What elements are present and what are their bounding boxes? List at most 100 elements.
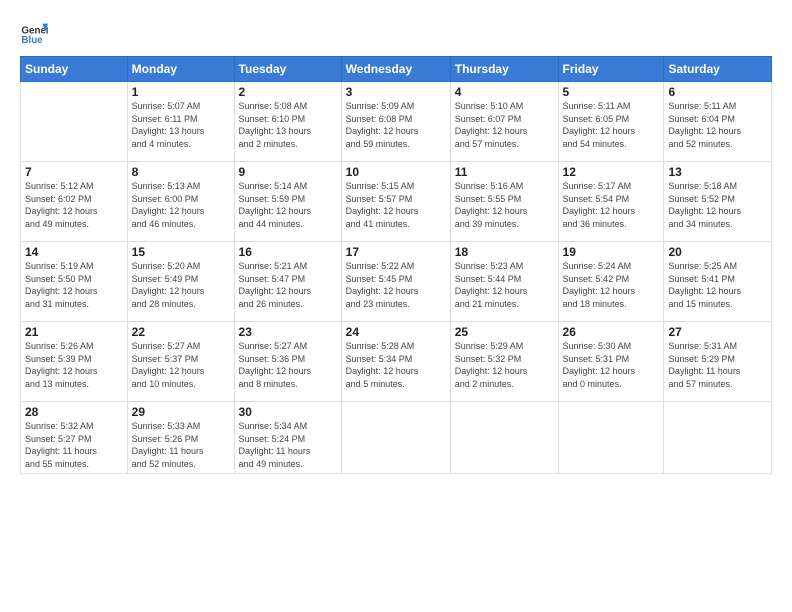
day-number: 14 [25, 245, 123, 259]
day-info: Sunrise: 5:21 AMSunset: 5:47 PMDaylight:… [239, 260, 337, 310]
calendar-cell: 28Sunrise: 5:32 AMSunset: 5:27 PMDayligh… [21, 402, 128, 474]
calendar-cell: 14Sunrise: 5:19 AMSunset: 5:50 PMDayligh… [21, 242, 128, 322]
calendar-cell: 10Sunrise: 5:15 AMSunset: 5:57 PMDayligh… [341, 162, 450, 242]
day-info: Sunrise: 5:17 AMSunset: 5:54 PMDaylight:… [563, 180, 660, 230]
calendar-cell: 20Sunrise: 5:25 AMSunset: 5:41 PMDayligh… [664, 242, 772, 322]
calendar-cell [341, 402, 450, 474]
day-info: Sunrise: 5:31 AMSunset: 5:29 PMDaylight:… [668, 340, 767, 390]
day-info: Sunrise: 5:11 AMSunset: 6:04 PMDaylight:… [668, 100, 767, 150]
day-info: Sunrise: 5:11 AMSunset: 6:05 PMDaylight:… [563, 100, 660, 150]
day-number: 2 [239, 85, 337, 99]
calendar-cell: 2Sunrise: 5:08 AMSunset: 6:10 PMDaylight… [234, 82, 341, 162]
weekday-header-saturday: Saturday [664, 57, 772, 82]
day-info: Sunrise: 5:07 AMSunset: 6:11 PMDaylight:… [132, 100, 230, 150]
day-number: 9 [239, 165, 337, 179]
weekday-header-sunday: Sunday [21, 57, 128, 82]
day-number: 21 [25, 325, 123, 339]
day-number: 16 [239, 245, 337, 259]
calendar-cell: 1Sunrise: 5:07 AMSunset: 6:11 PMDaylight… [127, 82, 234, 162]
calendar-cell: 11Sunrise: 5:16 AMSunset: 5:55 PMDayligh… [450, 162, 558, 242]
calendar-cell: 25Sunrise: 5:29 AMSunset: 5:32 PMDayligh… [450, 322, 558, 402]
calendar-cell: 6Sunrise: 5:11 AMSunset: 6:04 PMDaylight… [664, 82, 772, 162]
calendar-cell: 15Sunrise: 5:20 AMSunset: 5:49 PMDayligh… [127, 242, 234, 322]
logo: General Blue [20, 18, 52, 46]
calendar-cell: 4Sunrise: 5:10 AMSunset: 6:07 PMDaylight… [450, 82, 558, 162]
week-row-5: 28Sunrise: 5:32 AMSunset: 5:27 PMDayligh… [21, 402, 772, 474]
day-info: Sunrise: 5:14 AMSunset: 5:59 PMDaylight:… [239, 180, 337, 230]
calendar-cell: 19Sunrise: 5:24 AMSunset: 5:42 PMDayligh… [558, 242, 664, 322]
calendar-cell: 26Sunrise: 5:30 AMSunset: 5:31 PMDayligh… [558, 322, 664, 402]
calendar-cell: 7Sunrise: 5:12 AMSunset: 6:02 PMDaylight… [21, 162, 128, 242]
weekday-header-row: SundayMondayTuesdayWednesdayThursdayFrid… [21, 57, 772, 82]
day-info: Sunrise: 5:23 AMSunset: 5:44 PMDaylight:… [455, 260, 554, 310]
day-number: 13 [668, 165, 767, 179]
weekday-header-monday: Monday [127, 57, 234, 82]
weekday-header-wednesday: Wednesday [341, 57, 450, 82]
day-info: Sunrise: 5:30 AMSunset: 5:31 PMDaylight:… [563, 340, 660, 390]
logo-icon: General Blue [20, 18, 48, 46]
calendar-cell: 16Sunrise: 5:21 AMSunset: 5:47 PMDayligh… [234, 242, 341, 322]
day-info: Sunrise: 5:27 AMSunset: 5:36 PMDaylight:… [239, 340, 337, 390]
day-info: Sunrise: 5:16 AMSunset: 5:55 PMDaylight:… [455, 180, 554, 230]
day-number: 18 [455, 245, 554, 259]
calendar-cell [450, 402, 558, 474]
day-number: 25 [455, 325, 554, 339]
calendar-cell: 30Sunrise: 5:34 AMSunset: 5:24 PMDayligh… [234, 402, 341, 474]
calendar-cell: 3Sunrise: 5:09 AMSunset: 6:08 PMDaylight… [341, 82, 450, 162]
day-number: 11 [455, 165, 554, 179]
day-number: 22 [132, 325, 230, 339]
day-number: 1 [132, 85, 230, 99]
day-number: 26 [563, 325, 660, 339]
calendar-cell: 17Sunrise: 5:22 AMSunset: 5:45 PMDayligh… [341, 242, 450, 322]
calendar-cell [21, 82, 128, 162]
svg-text:Blue: Blue [21, 35, 43, 46]
calendar-table: SundayMondayTuesdayWednesdayThursdayFrid… [20, 56, 772, 474]
day-info: Sunrise: 5:19 AMSunset: 5:50 PMDaylight:… [25, 260, 123, 310]
day-number: 28 [25, 405, 123, 419]
calendar-cell: 22Sunrise: 5:27 AMSunset: 5:37 PMDayligh… [127, 322, 234, 402]
weekday-header-thursday: Thursday [450, 57, 558, 82]
day-number: 19 [563, 245, 660, 259]
day-number: 15 [132, 245, 230, 259]
weekday-header-tuesday: Tuesday [234, 57, 341, 82]
day-number: 23 [239, 325, 337, 339]
calendar-cell: 8Sunrise: 5:13 AMSunset: 6:00 PMDaylight… [127, 162, 234, 242]
day-info: Sunrise: 5:10 AMSunset: 6:07 PMDaylight:… [455, 100, 554, 150]
day-info: Sunrise: 5:24 AMSunset: 5:42 PMDaylight:… [563, 260, 660, 310]
day-number: 12 [563, 165, 660, 179]
day-info: Sunrise: 5:33 AMSunset: 5:26 PMDaylight:… [132, 420, 230, 470]
day-number: 4 [455, 85, 554, 99]
day-number: 29 [132, 405, 230, 419]
week-row-3: 14Sunrise: 5:19 AMSunset: 5:50 PMDayligh… [21, 242, 772, 322]
calendar-cell: 27Sunrise: 5:31 AMSunset: 5:29 PMDayligh… [664, 322, 772, 402]
calendar-cell: 24Sunrise: 5:28 AMSunset: 5:34 PMDayligh… [341, 322, 450, 402]
day-info: Sunrise: 5:18 AMSunset: 5:52 PMDaylight:… [668, 180, 767, 230]
day-number: 17 [346, 245, 446, 259]
day-number: 30 [239, 405, 337, 419]
day-number: 5 [563, 85, 660, 99]
week-row-1: 1Sunrise: 5:07 AMSunset: 6:11 PMDaylight… [21, 82, 772, 162]
day-info: Sunrise: 5:34 AMSunset: 5:24 PMDaylight:… [239, 420, 337, 470]
day-number: 6 [668, 85, 767, 99]
day-info: Sunrise: 5:09 AMSunset: 6:08 PMDaylight:… [346, 100, 446, 150]
day-info: Sunrise: 5:08 AMSunset: 6:10 PMDaylight:… [239, 100, 337, 150]
calendar-cell: 5Sunrise: 5:11 AMSunset: 6:05 PMDaylight… [558, 82, 664, 162]
day-info: Sunrise: 5:26 AMSunset: 5:39 PMDaylight:… [25, 340, 123, 390]
calendar-cell [664, 402, 772, 474]
day-info: Sunrise: 5:25 AMSunset: 5:41 PMDaylight:… [668, 260, 767, 310]
day-number: 10 [346, 165, 446, 179]
day-number: 24 [346, 325, 446, 339]
calendar-cell: 12Sunrise: 5:17 AMSunset: 5:54 PMDayligh… [558, 162, 664, 242]
day-number: 3 [346, 85, 446, 99]
day-info: Sunrise: 5:28 AMSunset: 5:34 PMDaylight:… [346, 340, 446, 390]
calendar-cell: 21Sunrise: 5:26 AMSunset: 5:39 PMDayligh… [21, 322, 128, 402]
day-info: Sunrise: 5:20 AMSunset: 5:49 PMDaylight:… [132, 260, 230, 310]
day-info: Sunrise: 5:15 AMSunset: 5:57 PMDaylight:… [346, 180, 446, 230]
day-info: Sunrise: 5:22 AMSunset: 5:45 PMDaylight:… [346, 260, 446, 310]
calendar-cell: 13Sunrise: 5:18 AMSunset: 5:52 PMDayligh… [664, 162, 772, 242]
week-row-2: 7Sunrise: 5:12 AMSunset: 6:02 PMDaylight… [21, 162, 772, 242]
day-number: 20 [668, 245, 767, 259]
weekday-header-friday: Friday [558, 57, 664, 82]
day-number: 8 [132, 165, 230, 179]
day-info: Sunrise: 5:13 AMSunset: 6:00 PMDaylight:… [132, 180, 230, 230]
